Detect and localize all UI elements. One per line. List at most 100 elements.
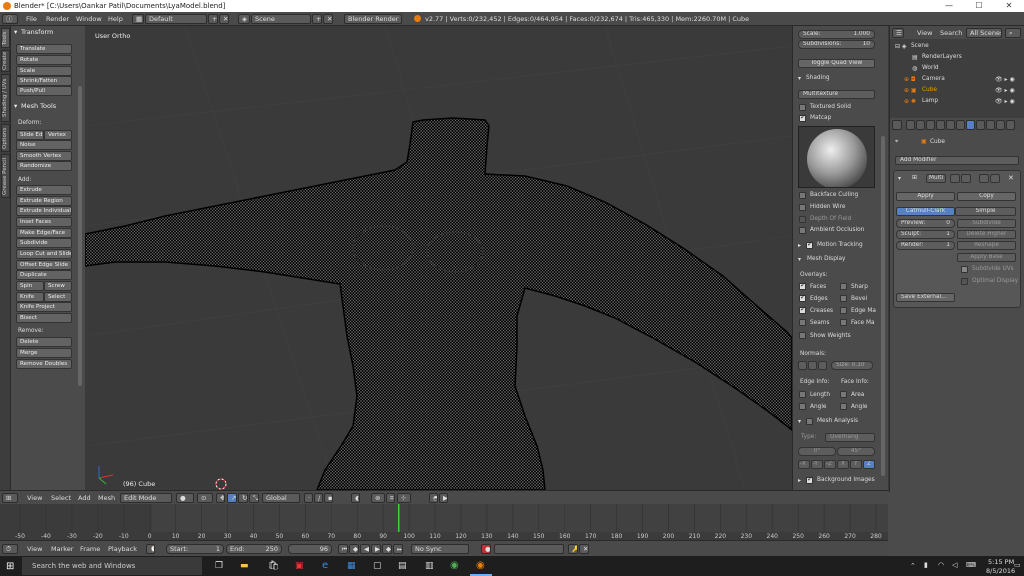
face-area-checkbox[interactable]: [840, 391, 847, 398]
lamp-visibility-icon[interactable]: 👁 ▸ ◉: [995, 98, 1015, 105]
backface-culling-checkbox[interactable]: [799, 192, 806, 199]
app-icon-dark[interactable]: ▤: [398, 561, 407, 571]
preview-levels-field[interactable]: Preview: 0: [896, 219, 955, 228]
mesh-display-collapse-icon[interactable]: ▾: [798, 256, 801, 263]
modifier-collapse-icon[interactable]: ▾: [898, 175, 901, 182]
scene-close-icon[interactable]: ✕: [323, 14, 333, 24]
menu-file[interactable]: File: [26, 15, 37, 23]
bevel-checkbox[interactable]: [840, 295, 847, 302]
close-icon[interactable]: ✕: [994, 0, 1024, 12]
tab-tools[interactable]: Tools: [1, 28, 10, 48]
timeline-marker-menu[interactable]: Marker: [51, 545, 73, 553]
manipulator-toggle-icon[interactable]: ✥: [216, 493, 225, 503]
shading-mode-selector[interactable]: Multitexture: [798, 90, 875, 99]
make-edge-face-button[interactable]: Make Edge/Face: [16, 228, 72, 238]
mesh-analysis-header[interactable]: Mesh Analysis: [817, 418, 858, 424]
viewport-shading-icon[interactable]: ●: [176, 493, 194, 503]
timeline-view-menu[interactable]: View: [27, 545, 42, 553]
3d-view-editor-icon[interactable]: ⊞: [2, 493, 18, 503]
preview-range-icon[interactable]: ⌚: [146, 544, 155, 554]
minimize-icon[interactable]: —: [934, 0, 964, 12]
rotate-button[interactable]: Rotate: [16, 55, 72, 65]
offset-edge-slide-button[interactable]: Offset Edge Slide: [16, 260, 72, 270]
motion-tracking-checkbox[interactable]: [806, 240, 813, 249]
grid-scale-field[interactable]: Scale: 1.000: [798, 30, 875, 39]
merge-menu[interactable]: Merge: [16, 348, 72, 358]
render-levels-field[interactable]: Render: 1: [896, 241, 955, 250]
edge-marks-checkbox[interactable]: [840, 307, 847, 314]
vertex-normals-icon[interactable]: [798, 361, 807, 370]
maximize-icon[interactable]: ☐: [964, 0, 994, 12]
translate-button[interactable]: Translate: [16, 44, 72, 54]
current-frame-field[interactable]: 96: [288, 544, 332, 554]
menu-help[interactable]: Help: [108, 15, 123, 23]
jump-key-back-icon[interactable]: ◆: [349, 544, 359, 554]
background-images-checkbox[interactable]: [806, 475, 813, 484]
photos-icon[interactable]: ▦: [347, 561, 356, 571]
shading-collapse-icon[interactable]: ▾: [798, 75, 801, 82]
mesh-analysis-checkbox[interactable]: [806, 418, 813, 425]
3d-view-mesh-menu[interactable]: Mesh: [98, 494, 115, 502]
3d-view-select-menu[interactable]: Select: [51, 494, 71, 502]
modifier-move-up-icon[interactable]: [979, 174, 989, 183]
modifier-name-field[interactable]: Multi: [926, 174, 946, 183]
sculpt-levels-field[interactable]: Sculpt: 1: [896, 230, 955, 239]
tray-volume-icon[interactable]: ◁: [952, 561, 957, 569]
edge-angle-checkbox[interactable]: [799, 403, 806, 410]
modifier-view-toggle-icon[interactable]: [961, 174, 971, 183]
play-reverse-icon[interactable]: ◀: [360, 544, 370, 554]
clock-time[interactable]: 5:15 PM: [988, 558, 1014, 566]
delete-menu[interactable]: Delete: [16, 337, 72, 347]
seams-checkbox[interactable]: [799, 319, 806, 326]
outliner-view-menu[interactable]: View: [917, 29, 932, 37]
layout-selector[interactable]: Default: [145, 14, 207, 24]
outliner-item-world[interactable]: World: [922, 65, 939, 71]
mode-selector[interactable]: Edit Mode: [120, 493, 172, 503]
render-tab-icon[interactable]: [906, 120, 915, 130]
menu-render[interactable]: Render: [46, 15, 69, 23]
sync-mode-selector[interactable]: No Sync: [411, 544, 469, 554]
modifier-render-toggle-icon[interactable]: [950, 174, 960, 183]
jump-end-icon[interactable]: ⏭: [393, 544, 403, 554]
scale-button[interactable]: Scale: [16, 66, 72, 76]
hidden-wire-checkbox[interactable]: [799, 204, 806, 211]
transform-orientation-selector[interactable]: Global: [262, 493, 300, 503]
save-external-button[interactable]: Save External...: [896, 293, 955, 302]
face-angle-checkbox[interactable]: [840, 403, 847, 410]
outliner-item-scene[interactable]: Scene: [911, 43, 929, 49]
vertex-select-icon[interactable]: ·: [304, 493, 313, 503]
toolshelf-scrollbar[interactable]: [78, 86, 82, 386]
file-explorer-icon[interactable]: ▬: [240, 561, 249, 571]
frame-start-field[interactable]: Start: 1: [166, 544, 224, 554]
scene-tab-icon[interactable]: [926, 120, 935, 130]
render-preview-icon[interactable]: ◓: [429, 493, 438, 503]
material-tab-icon[interactable]: [986, 120, 995, 130]
cube-visibility-icon[interactable]: 👁 ▸ ◉: [995, 87, 1015, 94]
app-icon-red[interactable]: ▣: [295, 561, 304, 571]
toggle-quad-view-button[interactable]: Toggle Quad View: [798, 59, 875, 68]
scene-selector[interactable]: Scene: [251, 14, 311, 24]
face-marks-checkbox[interactable]: [840, 319, 847, 326]
modifier-remove-icon[interactable]: ✕: [1008, 174, 1014, 182]
tray-keyboard-icon[interactable]: ⌨: [966, 561, 976, 569]
edges-checkbox[interactable]: [799, 293, 806, 302]
data-tab-icon[interactable]: [976, 120, 985, 130]
apply-button[interactable]: Apply: [896, 192, 955, 201]
snap-element-icon[interactable]: ⊹: [397, 493, 411, 503]
delete-keyframe-icon[interactable]: ✕: [579, 544, 589, 554]
outliner-editor-icon[interactable]: ☰: [892, 28, 904, 38]
windows-start-icon[interactable]: ⊞: [6, 561, 14, 572]
faces-checkbox[interactable]: [799, 281, 806, 290]
noise-button[interactable]: Noise: [16, 140, 72, 150]
smooth-vertex-button[interactable]: Smooth Vertex: [16, 151, 72, 161]
mesh-tools-panel-header[interactable]: Mesh Tools: [11, 101, 85, 112]
slide-edge-button[interactable]: Slide Ed: [16, 130, 44, 140]
frame-end-field[interactable]: End: 250: [226, 544, 282, 554]
app-icon-white[interactable]: ▢: [373, 561, 382, 571]
edge-select-icon[interactable]: /: [314, 493, 323, 503]
tab-options[interactable]: Options: [1, 124, 10, 152]
face-select-icon[interactable]: ▪: [324, 493, 333, 503]
task-view-icon[interactable]: ❐: [215, 561, 223, 571]
mesh-analysis-collapse-icon[interactable]: ▾: [798, 418, 801, 425]
texture-tab-icon[interactable]: [996, 120, 1005, 130]
